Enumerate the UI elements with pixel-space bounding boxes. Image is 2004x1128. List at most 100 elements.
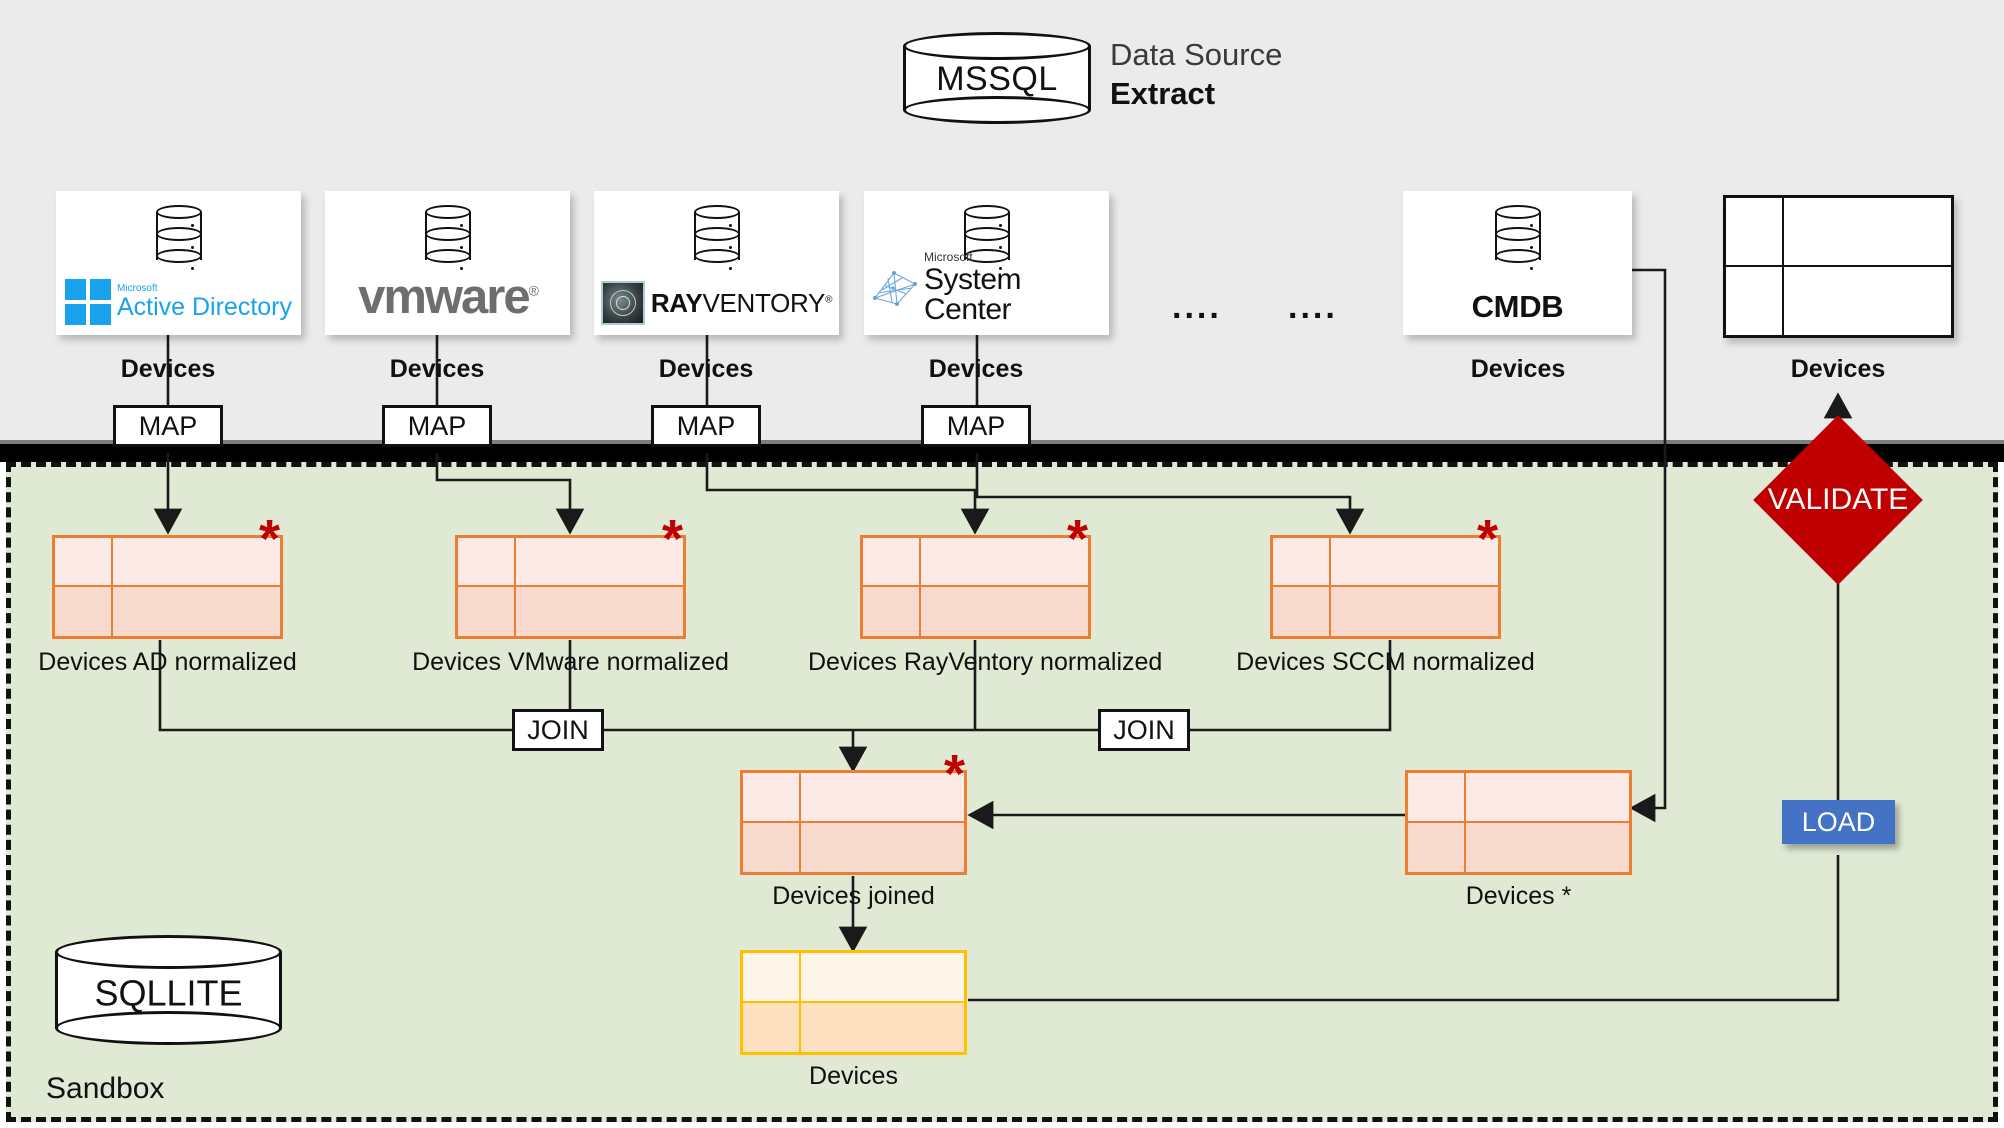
ad-product-label: Active Directory	[116, 293, 293, 321]
source-card-active-directory[interactable]: Microsoft Active Directory	[56, 191, 301, 335]
source-card-system-center[interactable]: Microsoft System Center	[864, 191, 1109, 335]
table-cell	[516, 587, 683, 636]
table-cell	[863, 587, 921, 636]
db-stack-icon	[424, 205, 471, 270]
source-card-rayventory[interactable]: RAYVENTORY®	[594, 191, 839, 335]
diagram-canvas: MSSQL Data Source Extract Microsoft Acti…	[0, 0, 2004, 1128]
table-cell	[801, 822, 964, 872]
table-cell	[113, 587, 280, 636]
map-button-ad[interactable]: MAP	[113, 405, 223, 447]
map-button-rayventory[interactable]: MAP	[651, 405, 761, 447]
table-devices-joined[interactable]	[740, 770, 967, 875]
table-label-ad-normalized: Devices AD normalized	[38, 648, 297, 676]
table-label-devices-joined: Devices joined	[772, 882, 935, 910]
load-button[interactable]: LOAD	[1782, 800, 1895, 844]
cylinder-top	[55, 935, 282, 969]
table-cell	[1466, 773, 1629, 823]
table-cell	[1466, 822, 1629, 872]
table-cell	[863, 538, 921, 587]
table-cell	[1331, 538, 1498, 587]
vmware-wordmark: vmware	[358, 270, 531, 324]
devices-label-vmware: Devices	[389, 355, 485, 383]
db-stack-icon	[1494, 205, 1541, 270]
table-label-devices-cmdb: Devices *	[1465, 882, 1572, 910]
ventory-light: VENTORY	[702, 287, 826, 318]
extract-text: Extract	[1110, 75, 1216, 111]
microsoft-windows-icon	[64, 279, 111, 325]
table-cell	[801, 953, 964, 1003]
table-cell	[113, 538, 280, 587]
devices-label-ad: Devices	[120, 355, 216, 383]
cmdb-logo: CMDB	[1403, 289, 1632, 325]
table-cell	[801, 773, 964, 823]
cylinder-bottom	[903, 96, 1091, 124]
db-stack-icon	[155, 205, 202, 270]
table-cell	[55, 538, 113, 587]
map-button-system-center[interactable]: MAP	[921, 405, 1031, 447]
rayventory-radar-icon	[600, 281, 645, 325]
required-flag-icon-ad: *	[259, 509, 281, 569]
required-flag-icon-rayventory: *	[1067, 509, 1089, 569]
validate-label: VALIDATE	[1767, 483, 1909, 516]
db-stack-icon	[693, 205, 740, 270]
table-cell	[743, 773, 801, 823]
cylinder-bottom	[55, 1011, 282, 1045]
sqllite-cylinder: SQLLITE	[55, 935, 282, 1045]
mssql-label: MSSQL	[936, 60, 1058, 99]
source-card-cmdb[interactable]: CMDB	[1403, 191, 1632, 335]
map-button-vmware[interactable]: MAP	[382, 405, 492, 447]
table-devices-vmware-normalized[interactable]	[455, 535, 686, 639]
join-button-left[interactable]: JOIN	[512, 709, 604, 751]
vmware-logo: vmware®	[358, 270, 539, 324]
table-devices-output[interactable]	[740, 950, 967, 1055]
system-center-network-icon	[872, 268, 918, 308]
join-button-right[interactable]: JOIN	[1098, 709, 1190, 751]
table-label-sccm-normalized: Devices SCCM normalized	[1236, 648, 1535, 676]
required-flag-icon-vmware: *	[662, 509, 684, 569]
system-center-logo: Microsoft System Center	[864, 251, 1109, 325]
table-cell	[1331, 587, 1498, 636]
target-devices-table[interactable]	[1723, 195, 1954, 338]
table-cell	[921, 538, 1088, 587]
cmdb-wordmark: CMDB	[1471, 289, 1564, 324]
required-flag-icon-joined: *	[944, 744, 966, 804]
table-label-vmware-normalized: Devices VMware normalized	[412, 648, 729, 676]
header-caption: Data Source Extract	[1110, 36, 1282, 114]
table-cell	[1273, 587, 1331, 636]
table-cell	[743, 953, 801, 1003]
table-cell	[1726, 266, 1784, 335]
table-cell	[743, 822, 801, 872]
source-card-vmware[interactable]: vmware®	[325, 191, 570, 335]
cylinder-top	[903, 32, 1091, 60]
required-flag-icon-sccm: *	[1477, 509, 1499, 569]
table-cell	[1726, 198, 1784, 267]
table-cell	[1408, 773, 1466, 823]
table-devices-rayventory-normalized[interactable]	[860, 535, 1091, 639]
table-label-devices-output: Devices	[809, 1062, 898, 1090]
sc-vendor-label: Microsoft	[924, 250, 973, 264]
devices-label-system-center: Devices	[928, 355, 1024, 383]
active-directory-logo: Microsoft Active Directory	[56, 279, 301, 325]
table-cell	[458, 538, 516, 587]
table-cell	[516, 538, 683, 587]
table-cell	[55, 587, 113, 636]
devices-label-cmdb: Devices	[1470, 355, 1566, 383]
ray-bold: RAY	[650, 287, 703, 318]
sqllite-label: SQLLITE	[94, 972, 243, 1014]
sc-product-label: System Center	[924, 263, 1022, 326]
table-label-rayventory-normalized: Devices RayVentory normalized	[808, 648, 1163, 676]
table-devices-sccm-normalized[interactable]	[1270, 535, 1501, 639]
devices-label-rayventory: Devices	[658, 355, 754, 383]
sandbox-zone-label: Sandbox	[46, 1072, 165, 1105]
table-cell	[801, 1002, 964, 1052]
ellipsis-left: ....	[1172, 288, 1222, 326]
rayventory-logo: RAYVENTORY®	[594, 281, 839, 325]
table-devices-ad-normalized[interactable]	[52, 535, 283, 639]
mssql-source-cylinder: MSSQL	[903, 32, 1091, 124]
table-cell	[1273, 538, 1331, 587]
table-devices-cmdb[interactable]	[1405, 770, 1632, 875]
table-cell	[1408, 822, 1466, 872]
table-cell	[921, 587, 1088, 636]
data-source-text: Data Source	[1110, 37, 1283, 72]
table-cell	[743, 1002, 801, 1052]
